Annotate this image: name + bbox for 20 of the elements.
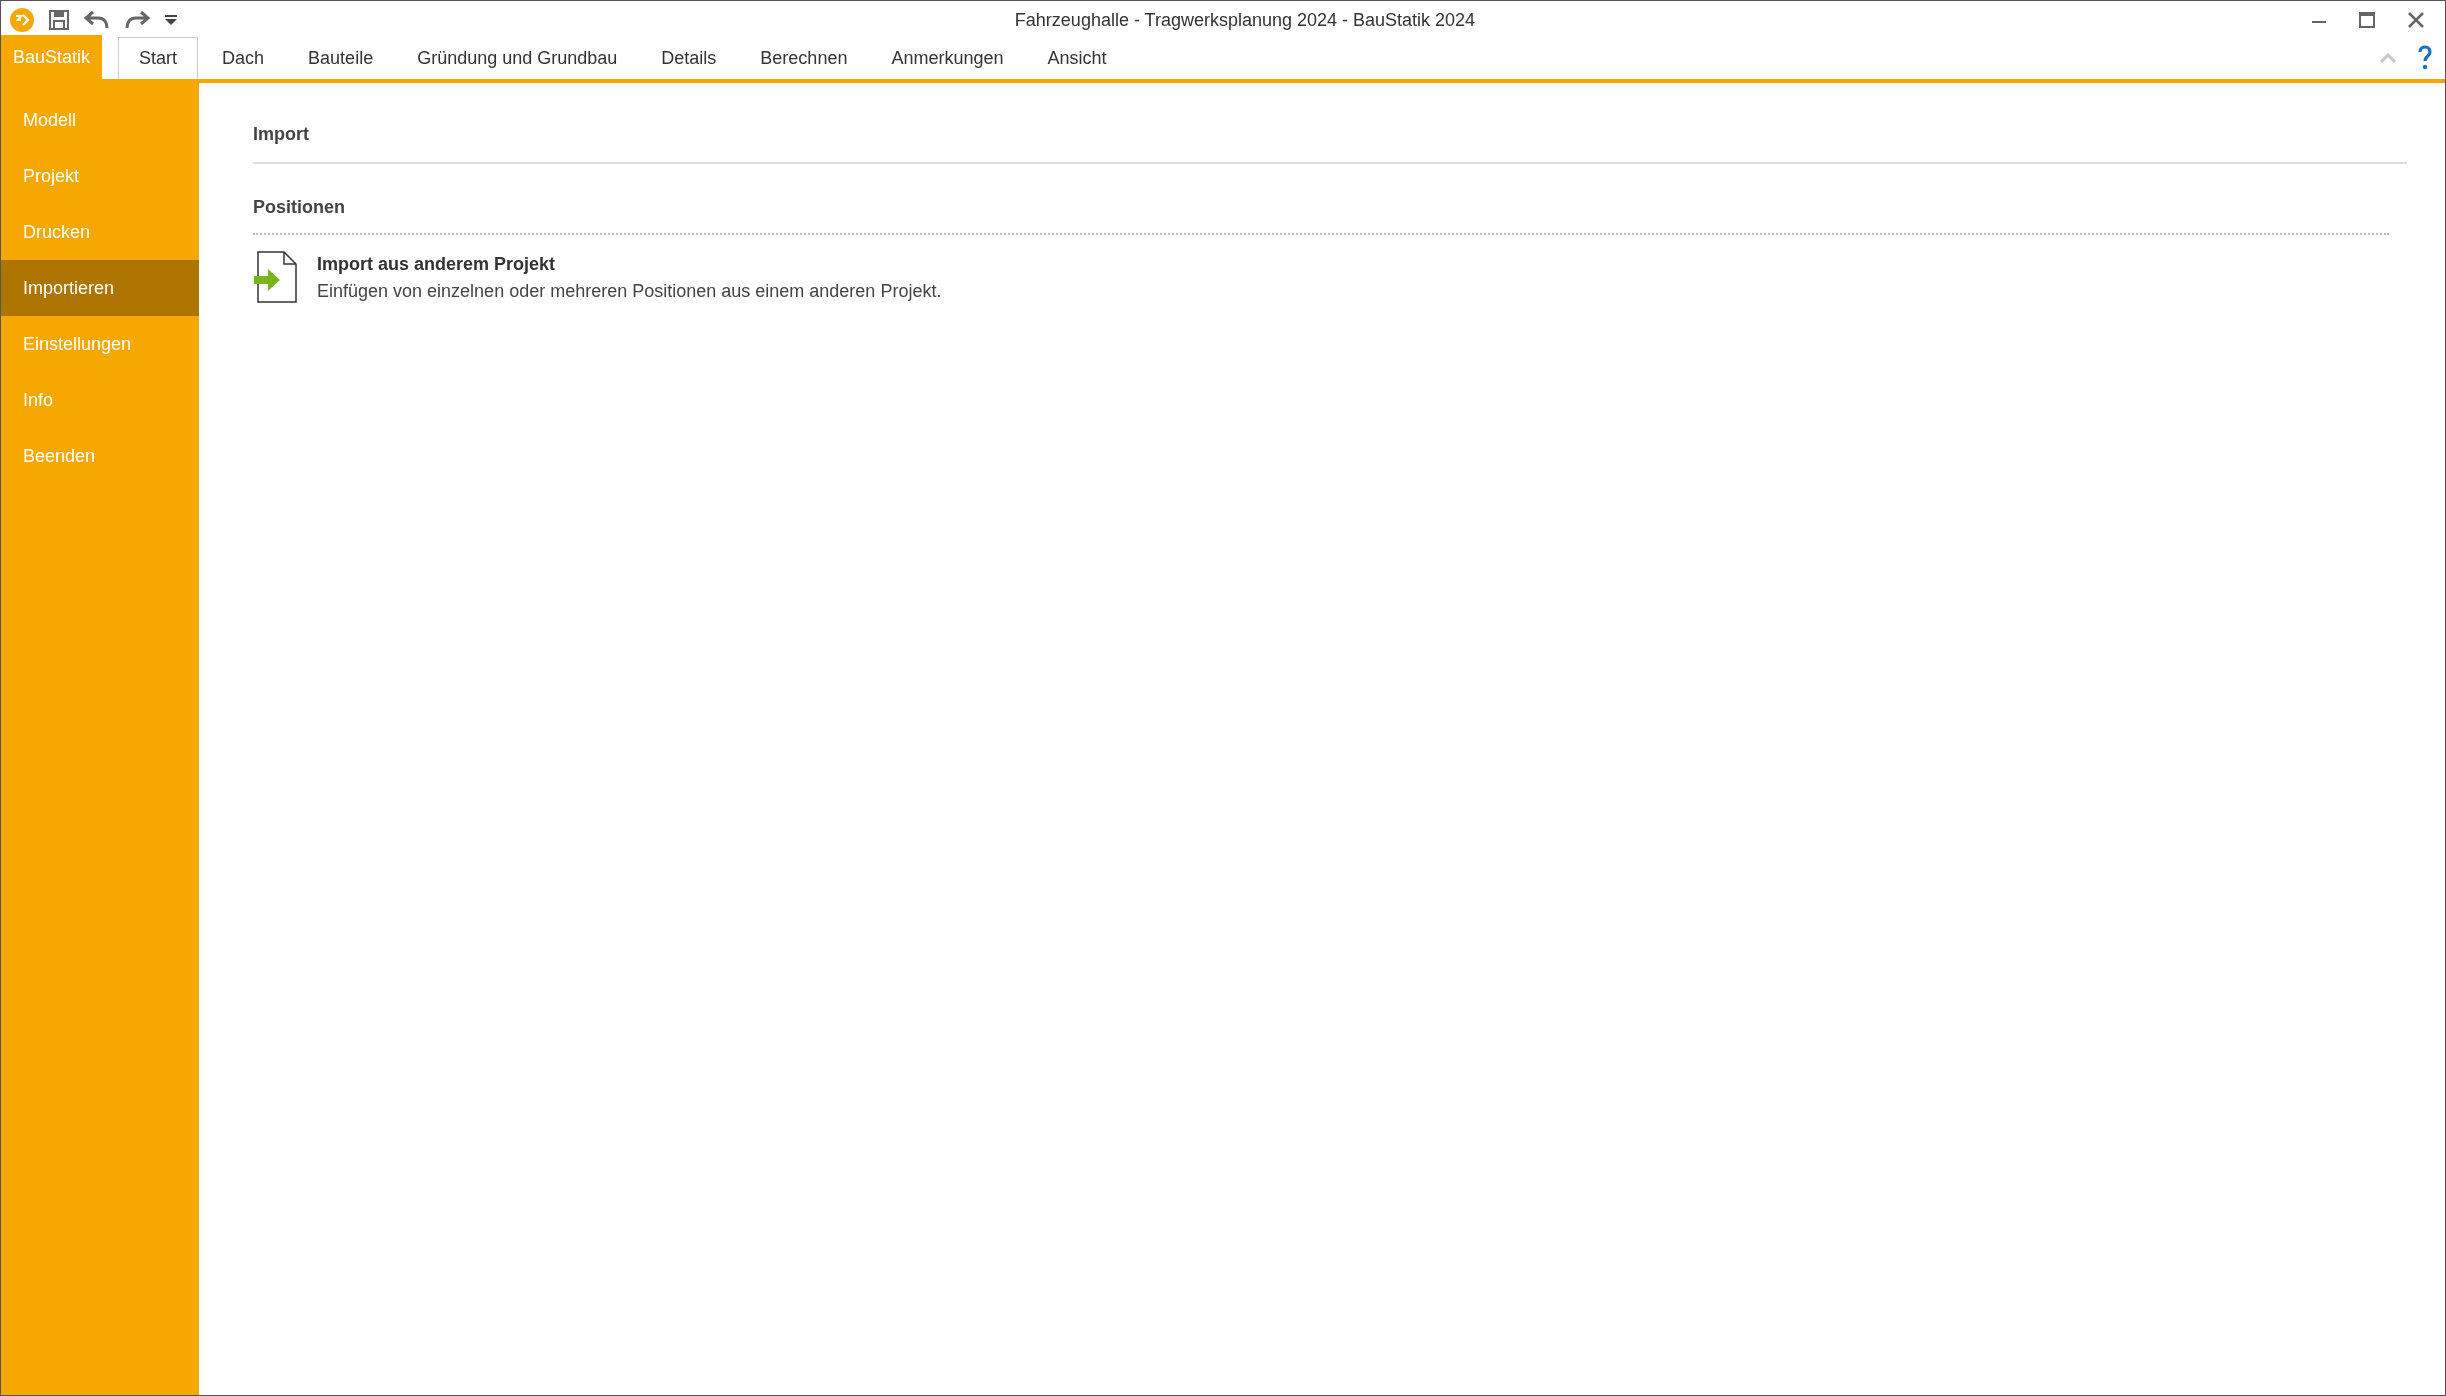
dropdown-icon[interactable] bbox=[163, 12, 179, 28]
ribbon-tab[interactable]: Berechnen bbox=[740, 37, 868, 79]
ribbon-tab[interactable]: Anmerkungen bbox=[871, 37, 1024, 79]
window-title: Fahrzeughalle - Tragwerksplanung 2024 - BauStatik 2024 bbox=[1014, 8, 1476, 32]
help-icon[interactable] bbox=[2417, 45, 2433, 71]
ribbon-tab[interactable]: Bauteile bbox=[288, 37, 394, 79]
sidebar-item[interactable]: Importieren bbox=[1, 260, 199, 316]
ribbon-tab[interactable]: Details bbox=[641, 37, 737, 79]
close-icon[interactable] bbox=[2407, 11, 2425, 29]
group-heading: Positionen bbox=[253, 194, 2389, 235]
ribbon-tab[interactable]: Gründung und Grundbau bbox=[397, 37, 638, 79]
ribbon-tab[interactable]: Start bbox=[118, 37, 199, 79]
document-import-icon[interactable] bbox=[253, 251, 299, 303]
ribbon-tab[interactable]: Dach bbox=[202, 37, 285, 79]
section-heading: Import bbox=[253, 121, 2407, 164]
import-option-description: Einfügen von einzelnen oder mehreren Positionen aus einem anderen Projekt. bbox=[317, 280, 942, 303]
ribbon-tab[interactable]: Ansicht bbox=[1027, 37, 1127, 79]
maximize-icon[interactable] bbox=[2359, 12, 2375, 28]
import-option-title[interactable]: Import aus anderem Projekt bbox=[317, 251, 942, 278]
save-icon[interactable] bbox=[47, 8, 71, 32]
